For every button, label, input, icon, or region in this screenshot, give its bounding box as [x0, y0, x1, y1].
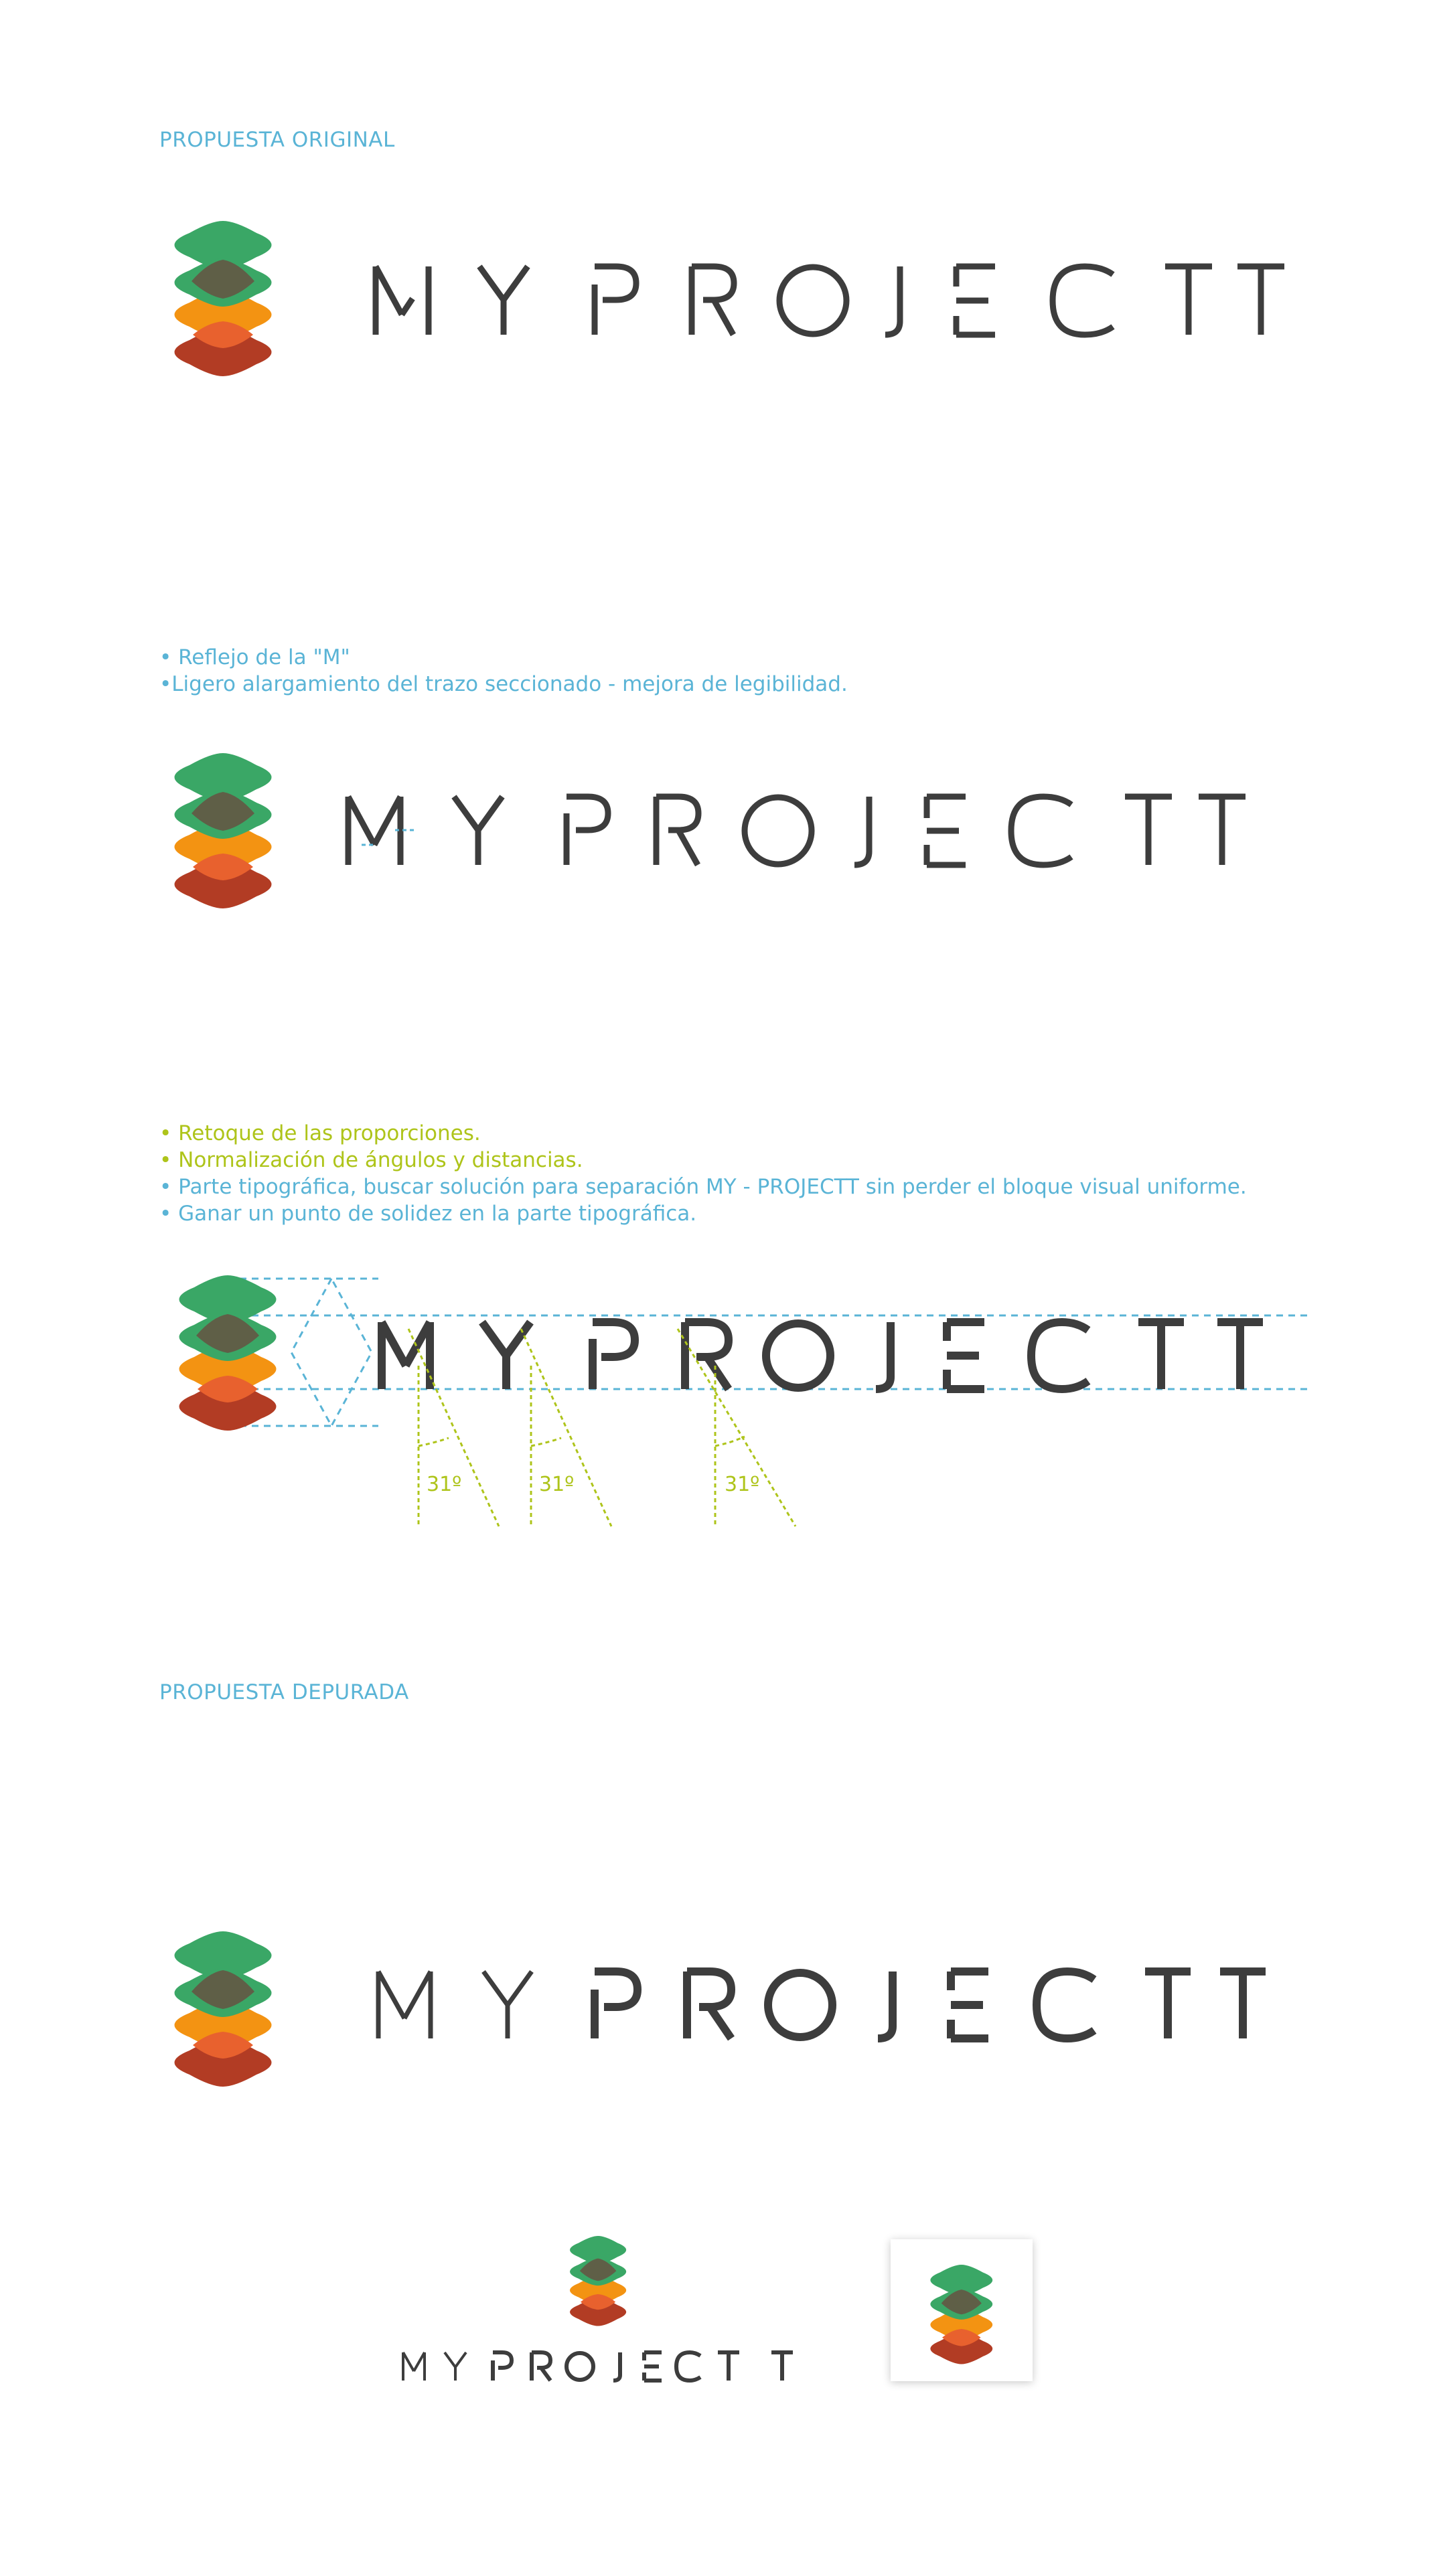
layered-diamond-logo-icon [570, 2236, 627, 2326]
layered-diamond-logo-icon [930, 2265, 993, 2364]
app-icon-tile [891, 2239, 1033, 2381]
logo-stacked-variant [402, 2236, 793, 2383]
wordmark-small [402, 2350, 793, 2383]
